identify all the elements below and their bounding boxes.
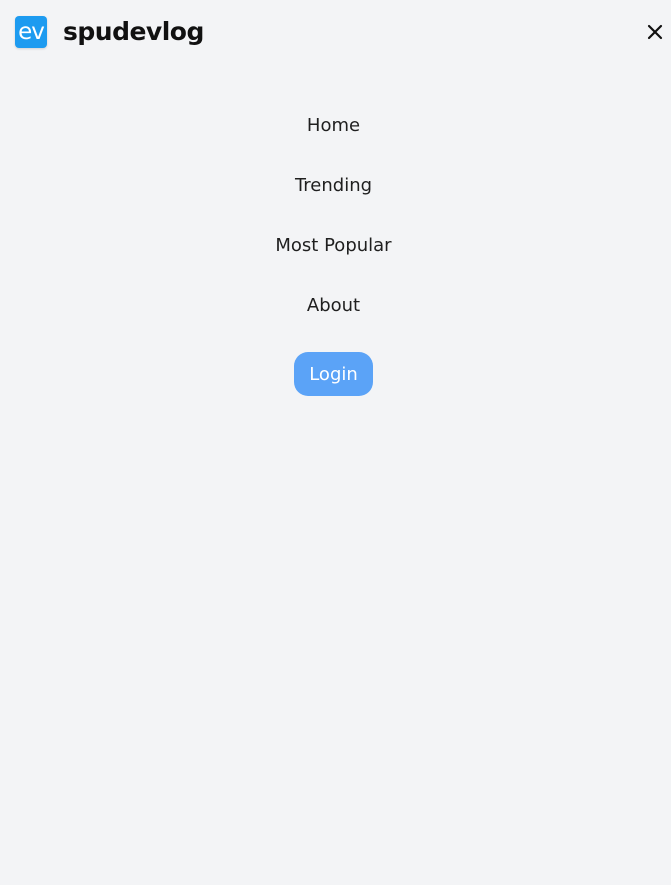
nav-link-home[interactable]: Home (0, 114, 667, 138)
header: ev spudevlog (0, 0, 671, 64)
login-button[interactable]: Login (294, 352, 373, 396)
site-title[interactable]: spudevlog (63, 15, 204, 49)
nav-link-most-popular[interactable]: Most Popular (0, 234, 667, 258)
close-button[interactable] (645, 22, 665, 42)
close-icon (647, 24, 663, 40)
nav-link-trending[interactable]: Trending (0, 174, 667, 198)
nav-link-about[interactable]: About (0, 294, 667, 318)
logo-text: ev (18, 18, 45, 45)
logo[interactable]: ev (15, 16, 47, 48)
